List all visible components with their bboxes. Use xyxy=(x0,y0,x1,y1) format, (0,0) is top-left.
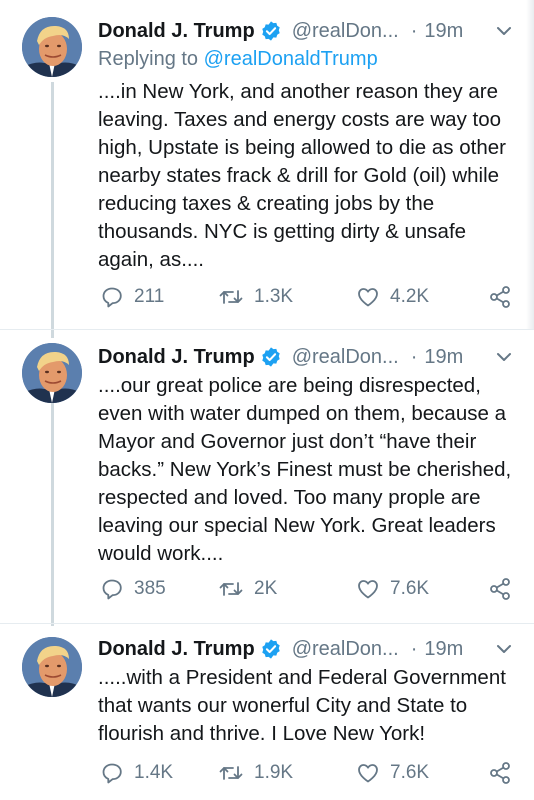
share-icon xyxy=(490,286,510,308)
retweet-icon xyxy=(219,290,243,304)
retweet-count: 1.3K xyxy=(254,286,294,307)
tweet[interactable]: Donald J. Trump @realDon... · 19m .....w… xyxy=(0,624,534,800)
display-name[interactable]: Donald J. Trump xyxy=(98,638,255,661)
tweet-header: Donald J. Trump @realDon... · 19m xyxy=(98,634,514,664)
display-name[interactable]: Donald J. Trump xyxy=(98,20,255,43)
separator-dot: · xyxy=(410,637,418,660)
replying-to-mention[interactable]: @realDonaldTrump xyxy=(204,48,378,70)
retweet-count: 1.9K xyxy=(254,762,294,783)
heart-icon xyxy=(358,580,378,599)
heart-icon xyxy=(358,288,378,307)
share-button[interactable] xyxy=(488,282,512,312)
chevron-down-icon[interactable] xyxy=(494,21,514,41)
timestamp[interactable]: 19m xyxy=(424,346,463,369)
like-button[interactable]: 7.6K xyxy=(356,574,429,604)
replying-to-label: Replying to xyxy=(98,48,204,70)
retweet-button[interactable]: 1.9K xyxy=(218,758,293,788)
like-button[interactable]: 4.2K xyxy=(356,282,429,312)
reply-icon xyxy=(102,579,122,600)
like-count: 4.2K xyxy=(390,286,430,307)
avatar-portrait-icon xyxy=(22,343,82,403)
tweet-header: Donald J. Trump @realDon... · 19m xyxy=(98,342,514,372)
tweet-text: .....with a President and Federal Govern… xyxy=(98,666,506,745)
replying-to: Replying to @realDonaldTrump xyxy=(98,48,378,71)
reply-count: 1.4K xyxy=(134,762,174,783)
like-count: 7.6K xyxy=(390,578,430,599)
share-button[interactable] xyxy=(488,758,512,788)
timestamp[interactable]: 19m xyxy=(424,20,463,43)
tweet[interactable]: Donald J. Trump @realDon... · 19m ....ou… xyxy=(0,330,534,624)
like-count: 7.6K xyxy=(390,762,430,783)
heart-icon xyxy=(358,764,378,783)
share-button[interactable] xyxy=(488,574,512,604)
avatar-portrait-icon xyxy=(22,17,82,77)
reply-count: 385 xyxy=(134,578,166,599)
timestamp[interactable]: 19m xyxy=(424,638,463,661)
reply-count: 211 xyxy=(134,286,165,307)
retweet-icon xyxy=(219,582,243,596)
tweet-header: Donald J. Trump @realDon... · 19m xyxy=(98,16,514,46)
like-button[interactable]: 7.6K xyxy=(356,758,429,788)
reply-button[interactable]: 211 xyxy=(100,282,164,312)
retweet-count: 2K xyxy=(254,578,278,599)
share-icon xyxy=(490,762,510,784)
handle[interactable]: @realDon... xyxy=(292,346,399,369)
separator-dot: · xyxy=(410,345,418,368)
tweet-text: ....our great police are being disrespec… xyxy=(98,374,512,565)
verified-badge-icon xyxy=(260,638,282,660)
reply-button[interactable]: 1.4K xyxy=(100,758,173,788)
handle[interactable]: @realDon... xyxy=(292,638,399,661)
reply-icon xyxy=(102,763,122,784)
tweet-actions: 385 2K 7.6K xyxy=(100,574,512,604)
avatar-portrait-icon xyxy=(22,637,82,697)
display-name[interactable]: Donald J. Trump xyxy=(98,346,255,369)
separator-dot: · xyxy=(410,19,418,42)
reply-icon xyxy=(102,287,122,308)
chevron-down-icon[interactable] xyxy=(494,347,514,367)
tweet-actions: 1.4K 1.9K 7.6K xyxy=(100,758,512,788)
tweet-text: ....in New York, and another reason they… xyxy=(98,80,506,271)
verified-badge-icon xyxy=(260,346,282,368)
retweet-button[interactable]: 2K xyxy=(218,574,277,604)
chevron-down-icon[interactable] xyxy=(494,639,514,659)
share-icon xyxy=(490,578,510,600)
retweet-icon xyxy=(219,766,243,780)
reply-button[interactable]: 385 xyxy=(100,574,166,604)
verified-badge-icon xyxy=(260,20,282,42)
avatar[interactable] xyxy=(22,343,82,403)
avatar[interactable] xyxy=(22,637,82,697)
tweet-actions: 211 1.3K 4.2K xyxy=(100,282,512,312)
avatar[interactable] xyxy=(22,17,82,77)
tweet[interactable]: Donald J. Trump @realDon... · 19m Replyi… xyxy=(0,0,534,330)
retweet-button[interactable]: 1.3K xyxy=(218,282,293,312)
handle[interactable]: @realDon... xyxy=(292,20,399,43)
